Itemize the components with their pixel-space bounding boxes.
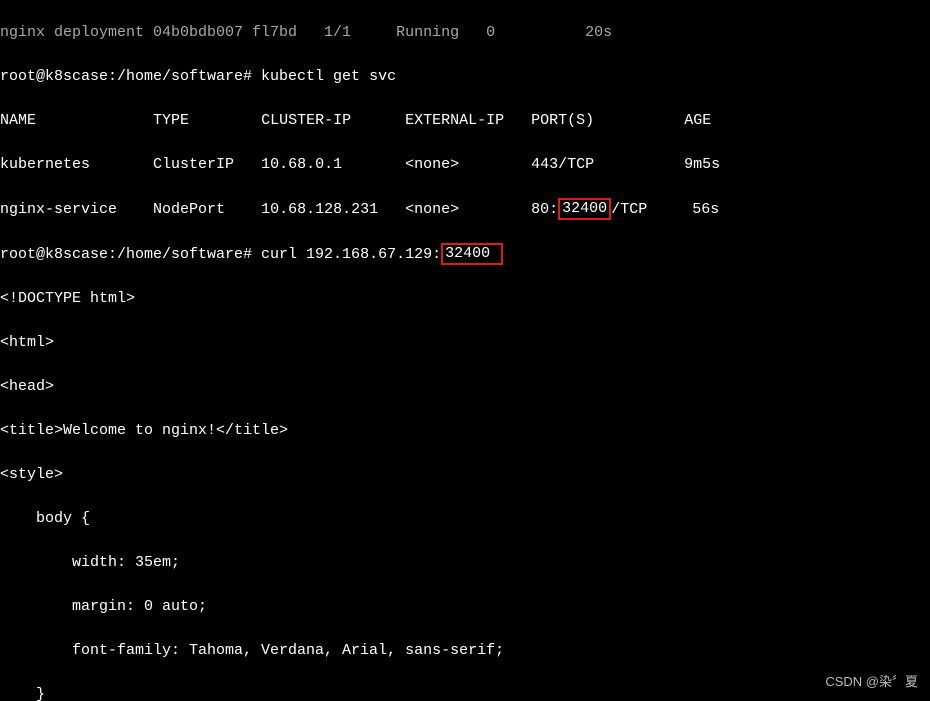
html-output: <style> — [0, 464, 930, 486]
html-output: <html> — [0, 332, 930, 354]
command-text: kubectl get svc — [261, 68, 396, 85]
html-output: <!DOCTYPE html> — [0, 288, 930, 310]
prompt: root@k8scase:/home/software# — [0, 246, 261, 263]
port-highlight-box: 32400 — [558, 198, 611, 220]
html-output: margin: 0 auto; — [0, 596, 930, 618]
html-output: font-family: Tahoma, Verdana, Arial, san… — [0, 640, 930, 662]
svc-header-row: NAME TYPE CLUSTER-IP EXTERNAL-IP PORT(S)… — [0, 110, 930, 132]
html-output: width: 35em; — [0, 552, 930, 574]
html-output: <head> — [0, 376, 930, 398]
truncated-top-line: nginx deployment 04b0bdb007 fl7bd 1/1 Ru… — [0, 22, 930, 44]
html-output: } — [0, 684, 930, 701]
prompt: root@k8scase:/home/software# — [0, 68, 261, 85]
command-text: curl 192.168.67.129: — [261, 246, 441, 263]
watermark: CSDN @染〞夏 — [825, 671, 918, 693]
html-output: body { — [0, 508, 930, 530]
svc-row: kubernetes ClusterIP 10.68.0.1 <none> 44… — [0, 154, 930, 176]
html-output: <title>Welcome to nginx!</title> — [0, 420, 930, 442]
command-line-1: root@k8scase:/home/software# kubectl get… — [0, 66, 930, 88]
svc-row: nginx-service NodePort 10.68.128.231 <no… — [0, 198, 930, 221]
command-line-2: root@k8scase:/home/software# curl 192.16… — [0, 243, 930, 266]
port-highlight-box: 32400 — [441, 243, 503, 265]
terminal-output[interactable]: nginx deployment 04b0bdb007 fl7bd 1/1 Ru… — [0, 0, 930, 701]
